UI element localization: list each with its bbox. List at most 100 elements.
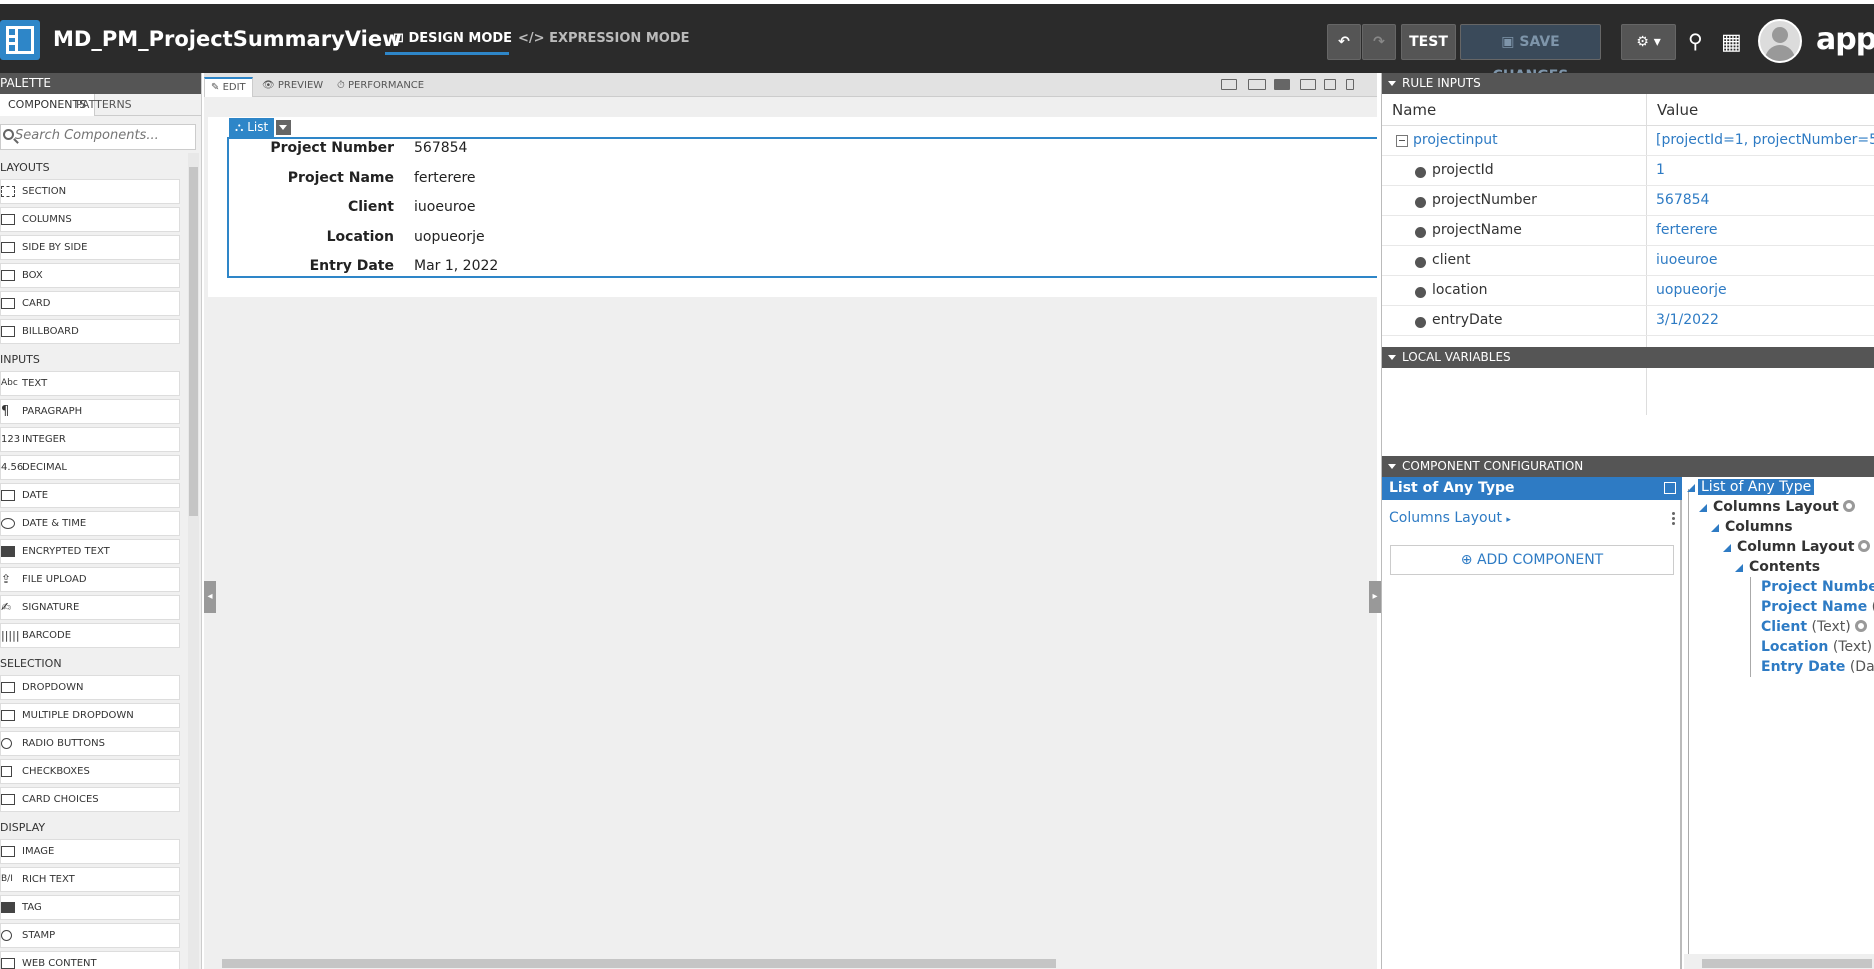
apps-grid-icon[interactable]: ▦ xyxy=(1721,30,1742,55)
rule-inputs-header[interactable]: RULE INPUTS xyxy=(1382,73,1874,94)
more-options-icon[interactable] xyxy=(1672,512,1675,526)
rule-input-row[interactable]: projectNumber 567854 xyxy=(1382,186,1874,216)
test-button[interactable]: TEST xyxy=(1401,24,1456,60)
collapse-toggle-icon[interactable] xyxy=(1396,135,1408,147)
gear-icon[interactable] xyxy=(1858,540,1871,552)
palette-item-dropdown[interactable]: DROPDOWN xyxy=(0,675,180,700)
add-component-button[interactable]: ⊕ ADD COMPONENT xyxy=(1390,545,1674,575)
collapse-icon xyxy=(1388,355,1396,360)
category-display: DISPLAY xyxy=(0,821,46,834)
tree-node-field[interactable]: Client (Text) xyxy=(1761,619,1867,635)
category-inputs: INPUTS xyxy=(0,353,40,366)
settings-menu-button[interactable]: ⚙ ▾ xyxy=(1621,24,1676,60)
tree-node-field[interactable]: Location (Text) xyxy=(1761,639,1874,655)
search-globe-icon[interactable]: ⚲ xyxy=(1688,29,1703,53)
tablet-portrait-icon[interactable] xyxy=(1324,79,1336,90)
radio-icon xyxy=(1,738,12,749)
rule-input-row[interactable]: client iuoeuroe xyxy=(1382,246,1874,276)
palette-item-integer[interactable]: 123 INTEGER xyxy=(0,427,180,452)
palette-item-radio-buttons[interactable]: RADIO BUTTONS xyxy=(0,731,180,756)
desktop-icon[interactable] xyxy=(1274,79,1290,90)
tree-node-field[interactable]: Project Number xyxy=(1761,579,1874,595)
palette-item-image[interactable]: IMAGE xyxy=(0,839,180,864)
selected-list-component[interactable]: Project Number Project Name Client Locat… xyxy=(227,137,1377,278)
tree-node-contents[interactable]: Contents xyxy=(1749,559,1820,575)
fit-width-icon[interactable] xyxy=(1221,79,1237,90)
lock-icon xyxy=(1,546,15,557)
expand-triangle-icon[interactable] xyxy=(1699,504,1707,512)
palette-item-encrypted-text[interactable]: ENCRYPTED TEXT xyxy=(0,539,180,564)
palette-scrollbar[interactable] xyxy=(188,153,199,969)
design-mode-tab[interactable]: ⊡ DESIGN MODE xyxy=(393,31,512,46)
palette-item-card-choices[interactable]: CARD CHOICES xyxy=(0,787,180,812)
tree-node-columns[interactable]: Columns xyxy=(1725,519,1793,535)
tablet-landscape-icon[interactable] xyxy=(1300,79,1316,90)
palette-item-billboard[interactable]: BILLBOARD xyxy=(0,319,180,344)
search-icon xyxy=(3,129,14,140)
expand-triangle-icon[interactable] xyxy=(1723,544,1731,552)
rule-input-row[interactable]: location uopueorje xyxy=(1382,276,1874,306)
rule-input-row[interactable]: entryDate 3/1/2022 xyxy=(1382,306,1874,336)
palette-item-rich-text[interactable]: B/I RICH TEXT xyxy=(0,867,180,892)
caret-right-icon: ▸ xyxy=(1506,515,1511,525)
canvas-horizontal-scrollbar[interactable] xyxy=(204,954,1377,969)
local-variables-header[interactable]: LOCAL VARIABLES xyxy=(1382,347,1874,368)
plus-circle-icon: ⊕ xyxy=(1460,552,1473,568)
app-logo-icon[interactable] xyxy=(0,20,40,60)
palette-item-box[interactable]: BOX xyxy=(0,263,180,288)
list-component-tag[interactable]: ⛬ List xyxy=(229,118,275,137)
palette-item-date[interactable]: DATE xyxy=(0,483,180,508)
expression-mode-tab[interactable]: </> EXPRESSION MODE xyxy=(518,31,690,46)
redo-button[interactable]: ↷ xyxy=(1362,24,1396,60)
palette-item-multiple-dropdown[interactable]: MULTIPLE DROPDOWN xyxy=(0,703,180,728)
palette-item-file-upload[interactable]: ⇪ FILE UPLOAD xyxy=(0,567,180,592)
palette-item-side-by-side[interactable]: SIDE BY SIDE xyxy=(0,235,180,260)
palette-item-section[interactable]: SECTION xyxy=(0,179,180,204)
tab-edit[interactable]: ✎ EDIT xyxy=(204,77,253,97)
collapse-palette-handle[interactable]: ◂ xyxy=(204,581,216,613)
palette-item-stamp[interactable]: STAMP xyxy=(0,923,180,948)
tree-node-column-layout[interactable]: Column Layout xyxy=(1737,539,1871,555)
palette-item-text[interactable]: Abc TEXT xyxy=(0,371,180,396)
palette-item-tag[interactable]: TAG xyxy=(0,895,180,920)
palette-item-signature[interactable]: ✍ SIGNATURE xyxy=(0,595,180,620)
palette-item-decimal[interactable]: 4.56 DECIMAL xyxy=(0,455,180,480)
expand-triangle-icon[interactable] xyxy=(1687,484,1695,492)
columns-layout-link[interactable]: Columns Layout ▸ xyxy=(1389,510,1511,526)
search-components-input[interactable] xyxy=(15,128,193,143)
palette-item-date-time[interactable]: DATE & TIME xyxy=(0,511,180,536)
tree-node-field[interactable]: Project Name (Te xyxy=(1761,599,1874,615)
palette-item-card[interactable]: CARD xyxy=(0,291,180,316)
design-canvas: ✎ EDIT 👁 PREVIEW ⏱ PERFORMANCE ⛬ List Pr… xyxy=(204,73,1381,969)
component-configuration-header[interactable]: COMPONENT CONFIGURATION xyxy=(1382,456,1874,477)
save-changes-button[interactable]: ▣ SAVE CHANGES xyxy=(1460,24,1601,84)
palette-item-paragraph[interactable]: ¶ PARAGRAPH xyxy=(0,399,180,424)
palette-item-columns[interactable]: COLUMNS xyxy=(0,207,180,232)
palette-item-web-content[interactable]: WEB CONTENT xyxy=(0,951,180,969)
edit-icon[interactable] xyxy=(1664,482,1676,494)
rule-input-row[interactable]: projectId 1 xyxy=(1382,156,1874,186)
component-search[interactable] xyxy=(0,124,196,150)
tree-node-columns-layout[interactable]: Columns Layout xyxy=(1713,499,1855,515)
tab-patterns[interactable]: PATTERNS xyxy=(68,94,140,116)
tree-horizontal-scrollbar[interactable] xyxy=(1684,954,1874,969)
expand-triangle-icon[interactable] xyxy=(1735,564,1743,572)
expand-triangle-icon[interactable] xyxy=(1711,524,1719,532)
rule-input-row[interactable]: projectName ferterere xyxy=(1382,216,1874,246)
list-menu-dropdown[interactable] xyxy=(276,120,291,135)
collapse-config-handle[interactable]: ▸ xyxy=(1369,581,1381,613)
rule-input-row[interactable]: projectinput [projectId=1, projectNumber… xyxy=(1382,126,1874,156)
tab-preview[interactable]: 👁 PREVIEW xyxy=(256,77,329,97)
desktop-wide-icon[interactable] xyxy=(1248,79,1266,90)
undo-button[interactable]: ↶ xyxy=(1327,24,1361,60)
palette-item-barcode[interactable]: ||||| BARCODE xyxy=(0,623,180,648)
card-icon xyxy=(1,298,15,309)
tab-performance[interactable]: ⏱ PERFORMANCE xyxy=(331,77,430,97)
gear-icon[interactable] xyxy=(1854,620,1867,632)
phone-icon[interactable] xyxy=(1346,79,1354,90)
palette-item-checkboxes[interactable]: CHECKBOXES xyxy=(0,759,180,784)
tree-node-field[interactable]: Entry Date (Date xyxy=(1761,659,1874,675)
gear-icon[interactable] xyxy=(1842,500,1855,512)
tree-node-root[interactable]: List of Any Type xyxy=(1698,479,1815,495)
user-avatar[interactable] xyxy=(1758,19,1802,63)
